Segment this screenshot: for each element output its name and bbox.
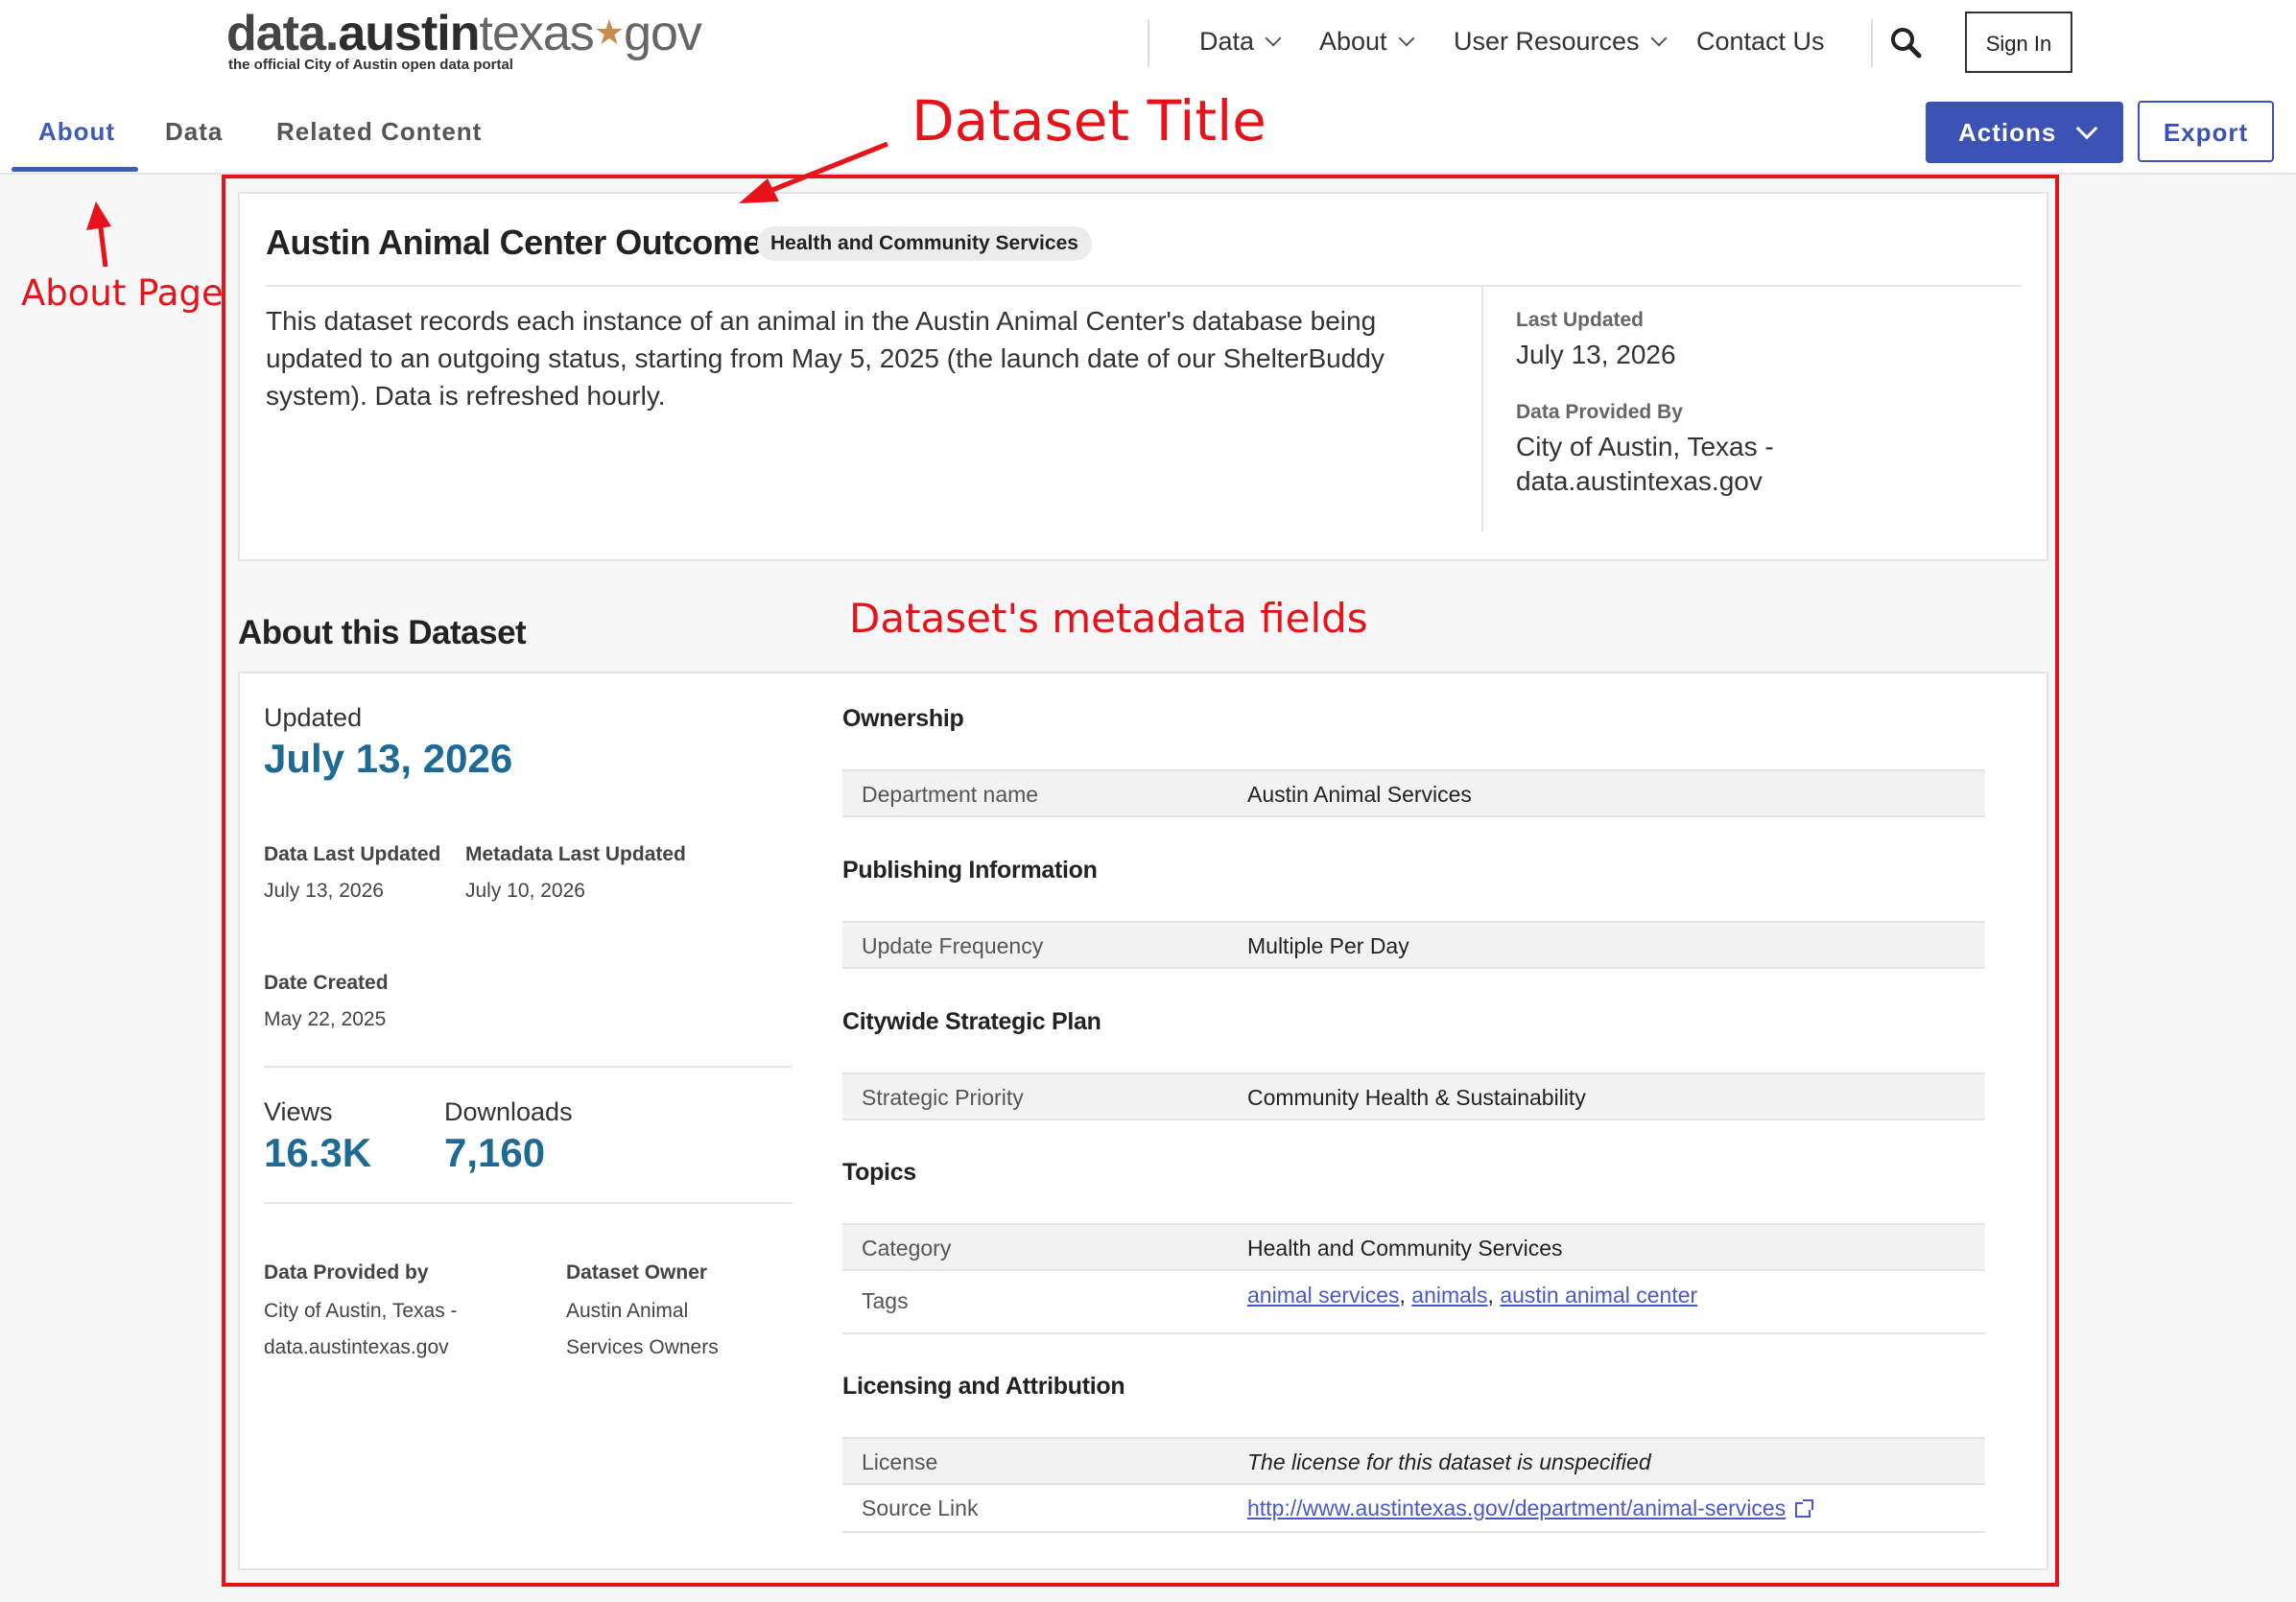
nav-divider <box>1148 19 1149 67</box>
tab-data[interactable]: Data <box>165 117 223 147</box>
sign-in-button[interactable]: Sign In <box>1965 12 2072 73</box>
actions-button[interactable]: Actions <box>1926 102 2123 163</box>
star-icon: ★ <box>593 12 625 52</box>
annotation-highlight-box <box>222 175 2059 1587</box>
search-icon[interactable] <box>1890 27 1923 59</box>
export-button[interactable]: Export <box>2138 101 2274 162</box>
annotation-about-page: About Page <box>21 272 224 314</box>
nav-data[interactable]: Data <box>1199 27 1282 57</box>
annotation-arrow-icon <box>739 141 888 203</box>
annotation-dataset-title: Dataset Title <box>911 88 1266 153</box>
site-header: data.austintexas★gov the official City o… <box>0 0 2296 86</box>
nav-user-resources[interactable]: User Resources <box>1454 27 1668 57</box>
chevron-down-icon <box>1398 30 1415 47</box>
chevron-down-icon <box>1650 30 1668 47</box>
annotation-metadata-fields: Dataset's metadata fields <box>849 595 1368 642</box>
nav-about[interactable]: About <box>1319 27 1415 57</box>
nav-divider <box>1871 19 1873 67</box>
tab-related-content[interactable]: Related Content <box>276 117 482 147</box>
site-logo[interactable]: data.austintexas★gov <box>226 4 702 62</box>
annotation-arrow-icon <box>86 201 111 268</box>
nav-contact-us[interactable]: Contact Us <box>1696 27 1825 57</box>
chevron-down-icon <box>2075 117 2098 140</box>
chevron-down-icon <box>1265 30 1282 47</box>
active-tab-indicator <box>12 167 138 172</box>
logo-subtitle: the official City of Austin open data po… <box>228 57 513 73</box>
tab-about[interactable]: About <box>38 117 115 147</box>
